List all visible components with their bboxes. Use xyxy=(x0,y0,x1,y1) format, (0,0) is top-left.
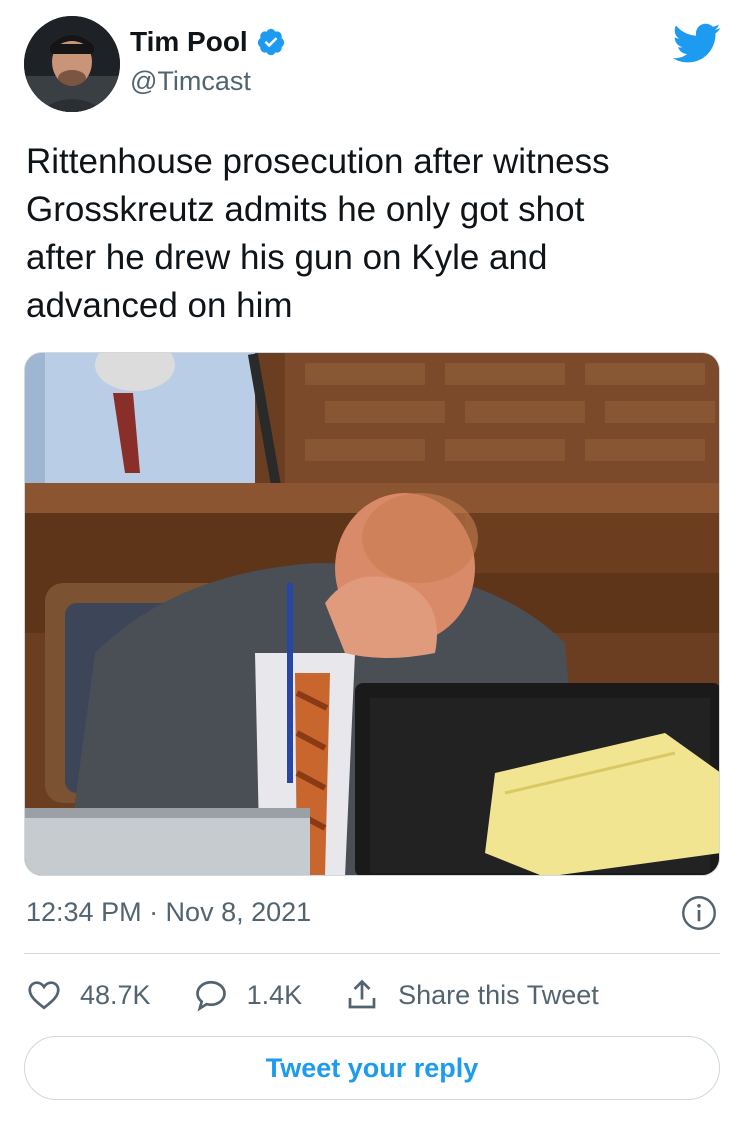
author-handle[interactable]: @Timcast xyxy=(130,66,251,97)
twitter-bird-icon[interactable] xyxy=(671,22,721,64)
tweet-text-line: after he drew his gun on Kyle and xyxy=(26,238,548,277)
tweet-text: Rittenhouse prosecution after witness Gr… xyxy=(26,138,716,330)
divider xyxy=(24,953,720,954)
tweet-text-line: advanced on him xyxy=(26,286,293,325)
share-button[interactable]: Share this Tweet xyxy=(344,977,599,1013)
share-icon xyxy=(348,979,376,1009)
tweet-media-photo[interactable] xyxy=(24,352,720,876)
share-label: Share this Tweet xyxy=(398,979,599,1010)
heart-icon xyxy=(28,981,60,1010)
author-name[interactable]: Tim Pool xyxy=(130,26,248,58)
reply-button[interactable]: 1.4K xyxy=(193,977,303,1013)
avatar[interactable] xyxy=(24,16,120,112)
tweet-card: Tim Pool @Timcast Rittenhouse prosecutio… xyxy=(0,0,749,1137)
reply-bubble-icon xyxy=(195,980,226,1012)
reply-count: 1.4K xyxy=(246,979,303,1010)
like-count: 48.7K xyxy=(80,979,151,1010)
verified-badge-icon xyxy=(257,28,284,56)
tweet-text-line: Rittenhouse prosecution after witness xyxy=(26,142,610,181)
tweet-actions: 48.7K 1.4K Share this Tweet xyxy=(26,974,641,1016)
tweet-your-reply-button[interactable]: Tweet your reply xyxy=(24,1036,720,1100)
info-icon[interactable] xyxy=(681,895,717,931)
like-button[interactable]: 48.7K xyxy=(26,977,151,1013)
author-name-row[interactable]: Tim Pool xyxy=(130,26,286,58)
tweet-timestamp[interactable]: 12:34 PM · Nov 8, 2021 xyxy=(26,897,311,928)
tweet-text-line: Grosskreutz admits he only got shot xyxy=(26,190,585,229)
